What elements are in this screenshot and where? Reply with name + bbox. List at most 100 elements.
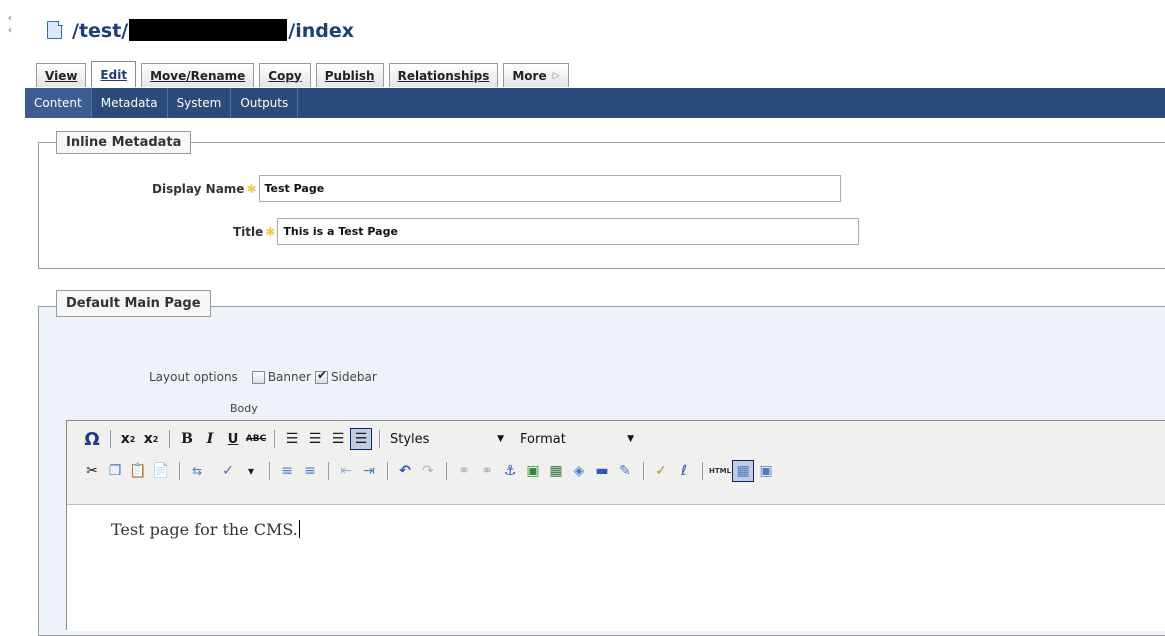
find-replace-icon[interactable]: ⇆ <box>186 460 208 482</box>
copy-icon[interactable]: ❐ <box>104 460 126 482</box>
chevron-down-icon: ▼ <box>497 434 504 444</box>
inline-metadata-fieldset <box>38 142 1165 269</box>
numbered-list-icon[interactable]: ≡ <box>299 460 321 482</box>
toolbar-separator <box>387 462 388 480</box>
tab-move-rename[interactable]: Move/Rename <box>141 63 255 87</box>
toolbar-separator <box>169 430 170 448</box>
cut-icon[interactable]: ✂ <box>81 460 103 482</box>
tab-edit[interactable]: Edit <box>91 61 137 87</box>
chevron-down-icon[interactable]: ▾ <box>240 460 262 482</box>
toolbar-row-2: ✂ ❐ 📋 📄 ⇆ ✓ ▾ ≡ ≡ ⇤ ⇥ ↶ ↷ ⚭ ⚭ ⚓ ▣ ▦ ◈ ▬ <box>81 458 778 484</box>
unlink-icon[interactable]: ⚭ <box>476 460 498 482</box>
editor-toolbar: Ω x2 x2 B I U ABC ☰ ☰ ☰ ☰ Styles ▼ Forma… <box>67 421 1165 505</box>
text-caret <box>298 520 300 538</box>
toolbar-separator <box>643 462 644 480</box>
media-icon[interactable]: ▦ <box>545 460 567 482</box>
display-name-input[interactable]: Test Page <box>258 175 841 202</box>
display-name-label: Display Name <box>152 181 245 196</box>
banner-label: Banner <box>267 370 311 384</box>
superscript-icon[interactable]: x2 <box>140 428 162 450</box>
required-star-icon: ✱ <box>265 224 276 239</box>
spellcheck-icon[interactable]: ✓ <box>217 460 239 482</box>
editor-content-area[interactable]: Test page for the CMS. <box>67 506 1165 631</box>
required-star-icon: ✱ <box>246 181 257 196</box>
toolbar-separator <box>379 430 380 448</box>
redo-icon[interactable]: ↷ <box>417 460 439 482</box>
outdent-icon[interactable]: ⇤ <box>335 460 357 482</box>
toolbar-separator <box>328 462 329 480</box>
tab-more[interactable]: More ▷ <box>503 63 569 87</box>
default-main-page-legend: Default Main Page <box>56 290 211 317</box>
undo-icon[interactable]: ↶ <box>394 460 416 482</box>
path-suffix: /index <box>288 19 354 42</box>
align-center-icon[interactable]: ☰ <box>304 428 326 450</box>
strikethrough-icon[interactable]: ABC <box>245 428 267 450</box>
align-left-icon[interactable]: ☰ <box>281 428 303 450</box>
tab-copy[interactable]: Copy <box>259 63 311 87</box>
toolbar-separator <box>274 430 275 448</box>
align-justify-icon[interactable]: ☰ <box>350 428 372 450</box>
subnav-system[interactable]: System <box>168 88 232 118</box>
sidebar-label: Sidebar <box>330 370 377 384</box>
toolbar-separator <box>110 430 111 448</box>
toolbar-separator <box>269 462 270 480</box>
remove-format-icon[interactable]: ✓ <box>650 460 672 482</box>
toolbar-row-1: Ω x2 x2 B I U ABC ☰ ☰ ☰ ☰ Styles ▼ Forma… <box>81 426 638 452</box>
image-icon[interactable]: ▣ <box>522 460 544 482</box>
edit-attributes-icon[interactable]: ✎ <box>614 460 636 482</box>
layout-options-label: Layout options <box>149 370 238 384</box>
subnav-metadata[interactable]: Metadata <box>92 88 168 118</box>
tab-relationships[interactable]: Relationships <box>388 63 499 87</box>
styles-select[interactable]: Styles ▼ <box>386 428 508 450</box>
styles-select-label: Styles <box>390 431 430 447</box>
page-path-heading: /test/ /index <box>46 16 354 44</box>
title-row: Title ✱ This is a Test Page <box>233 218 860 245</box>
tab-view[interactable]: View <box>36 63 87 87</box>
paste-icon[interactable]: 📋 <box>127 460 149 482</box>
tab-more-label: More <box>512 68 547 83</box>
chevron-down-icon: ▼ <box>627 434 634 444</box>
html-source-icon[interactable]: HTML <box>709 460 731 482</box>
toolbar-separator <box>446 462 447 480</box>
editor-content-text: Test page for the CMS. <box>111 520 298 539</box>
body-label: Body <box>230 402 258 415</box>
special-char-icon[interactable]: Ω <box>81 428 103 450</box>
tab-publish[interactable]: Publish <box>315 63 384 87</box>
path-prefix: /test/ <box>72 19 129 42</box>
cleanup-icon[interactable]: ◈ <box>568 460 590 482</box>
italic-icon[interactable]: I <box>199 428 221 450</box>
fullscreen-icon[interactable]: ▣ <box>755 460 777 482</box>
link-icon[interactable]: ⚭ <box>453 460 475 482</box>
paste-word-icon[interactable]: 📄 <box>150 460 172 482</box>
edit-subnav: Content Metadata System Outputs <box>25 88 1165 118</box>
bold-icon[interactable]: B <box>176 428 198 450</box>
indent-icon[interactable]: ⇥ <box>358 460 380 482</box>
toolbar-separator <box>179 462 180 480</box>
inline-metadata-legend: Inline Metadata <box>56 131 192 154</box>
left-edge-mark: ‹ <box>8 25 12 36</box>
redacted-segment <box>129 18 288 41</box>
eraser-icon[interactable]: ℓ <box>673 460 695 482</box>
page-icon <box>46 20 64 40</box>
layout-options-row: Layout options Banner Sidebar <box>149 368 377 385</box>
format-select-label: Format <box>520 431 566 447</box>
table-icon[interactable]: ▦ <box>732 460 755 482</box>
anchor-icon[interactable]: ⚓ <box>499 460 521 482</box>
subscript-icon[interactable]: x2 <box>117 428 139 450</box>
underline-icon[interactable]: U <box>222 428 244 450</box>
align-right-icon[interactable]: ☰ <box>327 428 349 450</box>
format-select[interactable]: Format ▼ <box>516 428 638 450</box>
chevron-right-icon: ▷ <box>552 70 560 81</box>
asset-tabs: View Edit Move/Rename Copy Publish Relat… <box>36 61 574 87</box>
horizontal-rule-icon[interactable]: ▬ <box>591 460 613 482</box>
subnav-content[interactable]: Content <box>25 88 92 118</box>
body-editor: Ω x2 x2 B I U ABC ☰ ☰ ☰ ☰ Styles ▼ Forma… <box>66 420 1165 631</box>
subnav-outputs[interactable]: Outputs <box>231 88 299 118</box>
title-label: Title <box>233 224 264 239</box>
bullet-list-icon[interactable]: ≡ <box>276 460 298 482</box>
banner-checkbox[interactable] <box>251 370 265 384</box>
editor-content[interactable]: Test page for the CMS. <box>111 520 300 539</box>
display-name-row: Display Name ✱ Test Page <box>152 175 841 202</box>
title-input[interactable]: This is a Test Page <box>277 218 860 245</box>
sidebar-checkbox[interactable] <box>314 368 328 384</box>
